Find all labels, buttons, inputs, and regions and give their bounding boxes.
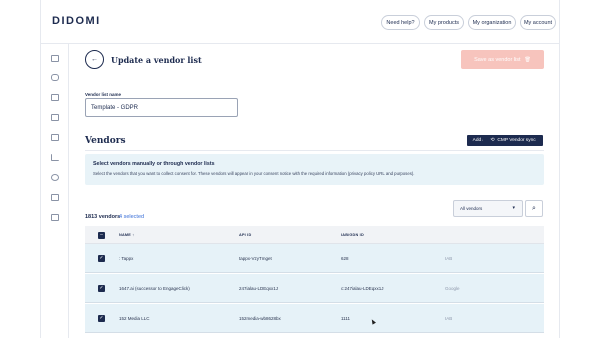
cmp-vendor-sync-label: CMP Vendor sync bbox=[497, 138, 536, 143]
image-icon[interactable] bbox=[51, 214, 59, 221]
vendor-name: : Tappx bbox=[119, 256, 134, 261]
chevron-down-icon: ▾ bbox=[512, 205, 515, 211]
filter-value: All vendors bbox=[460, 206, 483, 211]
row-checkbox[interactable]: ✓ bbox=[98, 285, 105, 292]
analytics-icon[interactable] bbox=[51, 134, 59, 141]
vendor-filter-select[interactable]: All vendors ▾ bbox=[453, 200, 523, 217]
vendor-list-name-label: Vendor list name bbox=[85, 92, 122, 97]
search-icon: ⌕ bbox=[532, 204, 536, 212]
my-products-button[interactable]: My products bbox=[424, 15, 464, 30]
list-icon[interactable] bbox=[51, 94, 59, 101]
need-help-button[interactable]: Need help? bbox=[381, 15, 420, 30]
bar-chart-icon[interactable] bbox=[51, 154, 59, 161]
table-header: – NAME ↑ API ID IAB/GDN ID bbox=[85, 226, 544, 244]
cmp-vendor-sync-button[interactable]: ⟲ CMP Vendor sync bbox=[483, 135, 543, 146]
vendor-table: – NAME ↑ API ID IAB/GDN ID ✓ : Tappx tap… bbox=[85, 226, 544, 338]
vendor-name: 152 Media LLC bbox=[119, 316, 150, 321]
save-as-vendor-list-button[interactable]: Save as vendor list 🗑 bbox=[461, 50, 544, 69]
search-button[interactable]: ⌕ bbox=[525, 200, 543, 217]
vendor-count: 1813 vendors bbox=[85, 214, 121, 220]
didomi-logo: DIDOMI bbox=[52, 15, 101, 27]
selected-count: 4 selected bbox=[119, 214, 145, 220]
my-organization-button[interactable]: My organization bbox=[468, 15, 516, 30]
chart-icon[interactable] bbox=[51, 114, 59, 121]
vendor-api-id: 152media-wb8628bx bbox=[239, 316, 281, 321]
column-iab-id: IAB/GDN ID bbox=[341, 233, 364, 237]
database-icon[interactable] bbox=[51, 74, 59, 81]
top-bar: DIDOMI Need help? My products My organiz… bbox=[41, 0, 559, 44]
info-box: Select vendors manually or through vendo… bbox=[85, 154, 544, 185]
sync-icon: ⟲ bbox=[490, 138, 495, 143]
info-text: Select the vendors that you want to coll… bbox=[93, 171, 415, 176]
vendor-source-badge: IAB bbox=[445, 316, 453, 321]
vendors-section-title: Vendors bbox=[85, 136, 126, 146]
column-api-id: API ID bbox=[239, 233, 252, 237]
vendor-api-id: 247ialau-LDEqxx1J bbox=[239, 286, 279, 291]
back-arrow-icon: ← bbox=[91, 56, 98, 63]
document-icon[interactable] bbox=[51, 194, 59, 201]
dashboard-icon[interactable] bbox=[51, 55, 59, 62]
main-content: ← Update a vendor list Save as vendor li… bbox=[69, 44, 559, 338]
vendor-api-id: tappx-VzyTmget bbox=[239, 256, 272, 261]
section-divider bbox=[85, 150, 544, 151]
table-row[interactable]: ✓ 1647.ai (successor to EngageClick) 247… bbox=[85, 274, 544, 303]
sidebar bbox=[41, 44, 69, 338]
back-button[interactable]: ← bbox=[85, 50, 104, 69]
vendor-iab-id: 1111 bbox=[341, 316, 351, 321]
save-button-label: Save as vendor list bbox=[474, 56, 521, 63]
trash-icon: 🗑 bbox=[524, 56, 531, 63]
clock-icon[interactable] bbox=[51, 174, 59, 181]
info-title: Select vendors manually or through vendo… bbox=[93, 161, 215, 167]
select-all-checkbox[interactable]: – bbox=[98, 232, 105, 239]
row-checkbox[interactable]: ✓ bbox=[98, 315, 105, 322]
sort-icon: ↑ bbox=[132, 233, 135, 237]
table-row[interactable]: ✓ 152 Media LLC 152media-wb8628bx 1111 I… bbox=[85, 304, 544, 333]
vendor-iab-id: 628 bbox=[341, 256, 349, 261]
app-frame: DIDOMI Need help? My products My organiz… bbox=[40, 0, 560, 338]
table-row[interactable]: ✓ : Tappx tappx-VzyTmget 628 IAB bbox=[85, 244, 544, 273]
row-checkbox[interactable]: ✓ bbox=[98, 255, 105, 262]
vendor-source-badge: IAB bbox=[445, 256, 453, 261]
column-name[interactable]: NAME ↑ bbox=[119, 233, 134, 237]
vendor-source-badge: Google bbox=[445, 286, 460, 291]
my-account-button[interactable]: My account bbox=[520, 15, 556, 30]
vendor-list-name-input[interactable]: Template - GDPR bbox=[85, 98, 238, 117]
page-title: Update a vendor list bbox=[111, 55, 202, 65]
vendor-name: 1647.ai (successor to EngageClick) bbox=[119, 286, 190, 291]
vendor-iab-id: c:247ialau-LDEqxx1J bbox=[341, 286, 384, 291]
